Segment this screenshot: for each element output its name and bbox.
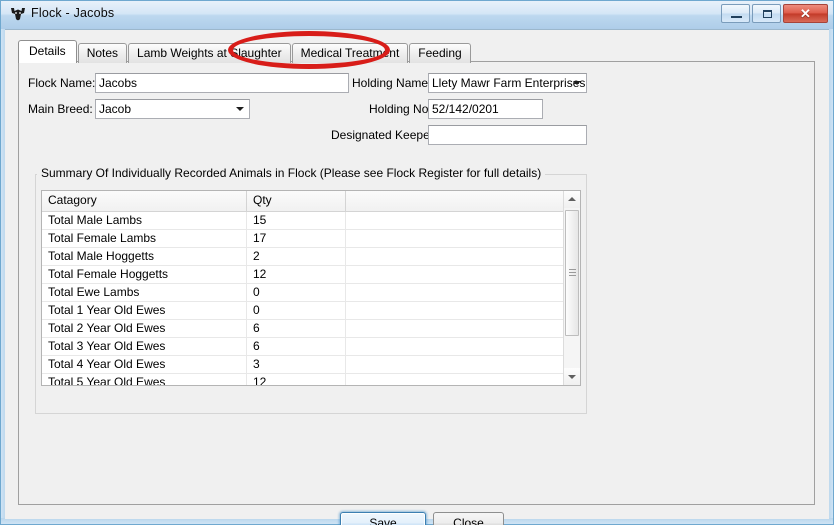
cell-blank <box>346 374 563 385</box>
cell-blank <box>346 356 563 373</box>
cell-category: Total Ewe Lambs <box>42 284 247 301</box>
flock-name-label: Flock Name: <box>28 76 96 90</box>
grid-vertical-scrollbar[interactable] <box>563 191 580 385</box>
scroll-up-button[interactable] <box>564 191 580 208</box>
arrow-up-icon <box>568 197 576 201</box>
minimize-button[interactable] <box>721 4 750 23</box>
cell-category: Total 1 Year Old Ewes <box>42 302 247 319</box>
main-breed-label: Main Breed: <box>28 102 93 116</box>
cell-category: Total Female Hoggetts <box>42 266 247 283</box>
holding-name-value: Llety Mawr Farm Enterprises <box>432 76 586 90</box>
chevron-down-icon <box>573 81 581 85</box>
cell-category: Total 5 Year Old Ewes <box>42 374 247 385</box>
details-tab-panel: Flock Name: Jacobs Main Breed: Jacob Hol… <box>18 61 815 505</box>
minimize-icon <box>731 16 742 18</box>
holding-name-select[interactable]: Llety Mawr Farm Enterprises <box>428 73 587 93</box>
arrow-down-icon <box>568 375 576 379</box>
cell-qty: 0 <box>247 284 346 301</box>
cell-category: Total Female Lambs <box>42 230 247 247</box>
holding-no-label: Holding No: <box>369 102 432 116</box>
cell-category: Total Male Lambs <box>42 212 247 229</box>
cell-category: Total 2 Year Old Ewes <box>42 320 247 337</box>
table-row[interactable]: Total 4 Year Old Ewes 3 <box>42 356 563 374</box>
table-row[interactable]: Total Male Lambs 15 <box>42 212 563 230</box>
flock-name-input[interactable]: Jacobs <box>95 73 349 93</box>
maximize-icon <box>763 10 772 18</box>
table-row[interactable]: Total Male Hoggetts 2 <box>42 248 563 266</box>
table-row[interactable]: Total 3 Year Old Ewes 6 <box>42 338 563 356</box>
table-row[interactable]: Total Ewe Lambs 0 <box>42 284 563 302</box>
cell-blank <box>346 212 563 229</box>
tab-feeding[interactable]: Feeding <box>409 43 471 63</box>
close-button[interactable]: ✕ <box>783 4 828 23</box>
cell-blank <box>346 320 563 337</box>
table-row[interactable]: Total 2 Year Old Ewes 6 <box>42 320 563 338</box>
cell-blank <box>346 248 563 265</box>
cell-blank <box>346 284 563 301</box>
summary-grid-inner: Catagory Qty Total Male Lambs 15 Total F… <box>42 191 563 385</box>
close-icon: ✕ <box>800 6 811 21</box>
cell-qty: 6 <box>247 320 346 337</box>
cell-qty: 12 <box>247 266 346 283</box>
designated-keeper-label: Designated Keeper: <box>331 128 438 142</box>
main-breed-value: Jacob <box>99 102 132 116</box>
cell-category: Total Male Hoggetts <box>42 248 247 265</box>
cell-qty: 0 <box>247 302 346 319</box>
app-screenshot: Flock - Jacobs ✕ Details Notes Lamb Weig… <box>0 0 834 525</box>
table-row[interactable]: Total Female Hoggetts 12 <box>42 266 563 284</box>
chevron-down-icon <box>236 107 244 111</box>
designated-keeper-input[interactable] <box>428 125 587 145</box>
tab-details[interactable]: Details <box>18 40 77 63</box>
tab-strip: Details Notes Lamb Weights at Slaughter … <box>18 40 472 63</box>
save-button[interactable]: Save <box>340 512 426 525</box>
cell-qty: 15 <box>247 212 346 229</box>
scrollbar-thumb[interactable] <box>565 210 579 336</box>
cell-category: Total 3 Year Old Ewes <box>42 338 247 355</box>
cell-qty: 17 <box>247 230 346 247</box>
close-button-footer[interactable]: Close <box>433 512 504 525</box>
holding-no-input[interactable]: 52/142/0201 <box>428 99 543 119</box>
scroll-down-button[interactable] <box>564 368 580 385</box>
tab-lamb-weights-at-slaughter[interactable]: Lamb Weights at Slaughter <box>128 43 291 63</box>
column-header-category[interactable]: Catagory <box>42 191 247 211</box>
cell-qty: 3 <box>247 356 346 373</box>
cell-blank <box>346 302 563 319</box>
cell-qty: 2 <box>247 248 346 265</box>
cell-category: Total 4 Year Old Ewes <box>42 356 247 373</box>
cell-blank <box>346 266 563 283</box>
summary-groupbox-legend: Summary Of Individually Recorded Animals… <box>37 166 546 180</box>
cell-blank <box>346 338 563 355</box>
window-title: Flock - Jacobs <box>31 6 115 20</box>
cell-qty: 6 <box>247 338 346 355</box>
column-header-blank[interactable] <box>346 191 563 211</box>
sheep-head-icon <box>11 8 25 21</box>
summary-grid: Catagory Qty Total Male Lambs 15 Total F… <box>41 190 581 386</box>
table-row[interactable]: Total Female Lambs 17 <box>42 230 563 248</box>
tab-medical-treatment[interactable]: Medical Treatment <box>291 43 409 63</box>
grip-icon <box>569 269 576 278</box>
holding-name-label: Holding Name: <box>352 76 432 90</box>
cell-qty: 12 <box>247 374 346 385</box>
tab-notes[interactable]: Notes <box>77 43 128 63</box>
column-header-qty[interactable]: Qty <box>247 191 346 211</box>
maximize-button[interactable] <box>752 4 781 23</box>
cell-blank <box>346 230 563 247</box>
main-breed-select[interactable]: Jacob <box>95 99 250 119</box>
table-row[interactable]: Total 1 Year Old Ewes 0 <box>42 302 563 320</box>
window-titlebar: Flock - Jacobs ✕ <box>1 1 833 29</box>
window-client-area: Details Notes Lamb Weights at Slaughter … <box>5 29 829 525</box>
table-row[interactable]: Total 5 Year Old Ewes 12 <box>42 374 563 385</box>
summary-grid-header: Catagory Qty <box>42 191 563 212</box>
window-controls: ✕ <box>721 4 828 23</box>
